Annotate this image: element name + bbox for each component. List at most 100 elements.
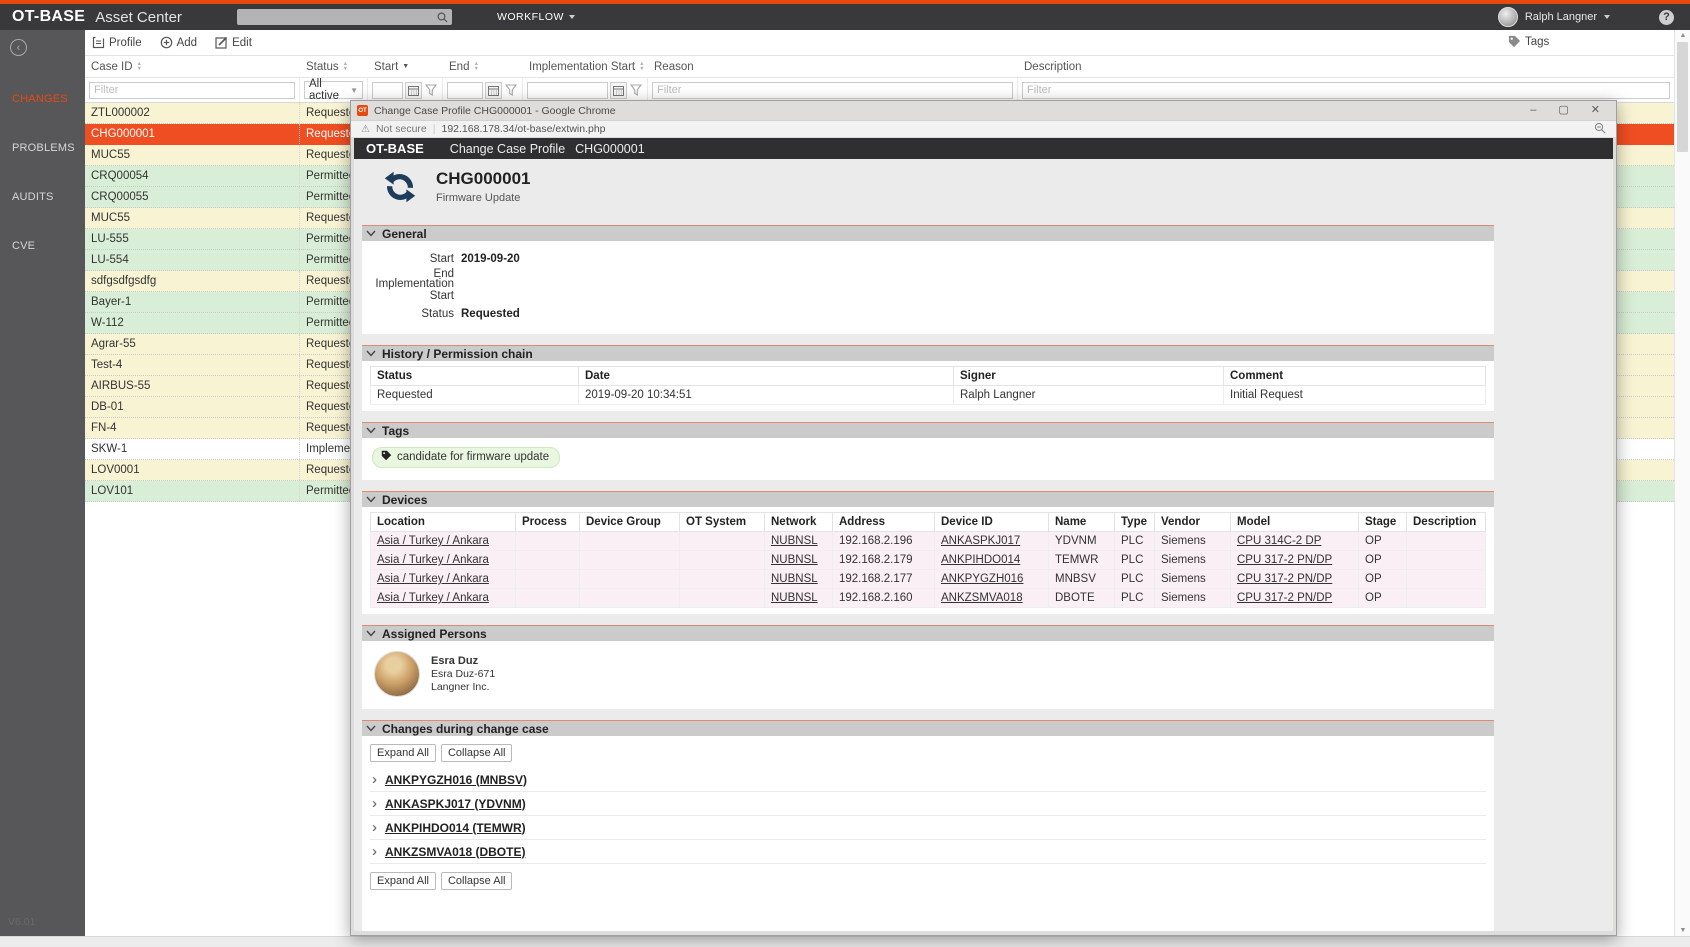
tags-button[interactable]: Tags: [1508, 35, 1549, 48]
device-id-link[interactable]: ANKPYGZH016: [941, 573, 1023, 585]
section-changes-header[interactable]: Changes during change case: [362, 720, 1494, 736]
add-button[interactable]: Add: [160, 36, 197, 49]
close-icon[interactable]: ✕: [1591, 105, 1600, 116]
chevron-right-icon: ›: [372, 774, 377, 786]
column-header-case-id[interactable]: Case ID▲▼: [85, 61, 300, 73]
calendar-icon[interactable]: [610, 82, 627, 99]
case-id-filter-input[interactable]: [89, 82, 295, 99]
section-devices-header[interactable]: Devices: [362, 491, 1494, 507]
workflow-menu[interactable]: WORKFLOW: [497, 11, 575, 23]
device-ot-system: [680, 570, 765, 589]
change-device-item[interactable]: › ANKPIHDO014 (TEMWR): [370, 816, 1486, 840]
search-input[interactable]: [237, 10, 437, 24]
scroll-up-icon[interactable]: ▲: [1675, 32, 1690, 39]
sidebar-collapse-icon[interactable]: ‹: [10, 39, 27, 56]
profile-button[interactable]: Profile: [92, 36, 142, 49]
user-menu-chevron-icon[interactable]: [1604, 15, 1610, 19]
sidebar-item-cve[interactable]: CVE: [0, 240, 85, 252]
column-header-start[interactable]: Start▼: [368, 61, 443, 73]
url-text[interactable]: 192.168.178.34/ot-base/extwin.php: [441, 123, 605, 135]
filter-icon[interactable]: [504, 82, 518, 98]
change-device-link[interactable]: ANKZSMVA018 (DBOTE): [385, 845, 525, 859]
popup-brand: OT-BASE: [366, 141, 424, 156]
collapse-all-button[interactable]: Collapse All: [441, 872, 512, 890]
horizontal-scrollbar[interactable]: [0, 936, 1690, 947]
end-filter-input[interactable]: [447, 82, 483, 99]
device-model-link[interactable]: CPU 317-2 PN/DP: [1237, 592, 1332, 604]
description-filter-input[interactable]: [1022, 82, 1670, 99]
maximize-icon[interactable]: ▢: [1558, 105, 1568, 116]
calendar-icon[interactable]: [405, 82, 422, 99]
global-search[interactable]: [237, 9, 452, 25]
device-location-link[interactable]: Asia / Turkey / Ankara: [377, 573, 489, 585]
edit-button[interactable]: Edit: [215, 36, 252, 49]
sidebar-item-audits[interactable]: AUDITS: [0, 191, 85, 203]
security-label[interactable]: Not secure: [376, 123, 427, 135]
expand-all-button[interactable]: Expand All: [370, 744, 436, 762]
section-general-header[interactable]: General: [362, 225, 1494, 241]
scroll-down-icon[interactable]: ▼: [1675, 927, 1690, 934]
reason-filter-input[interactable]: [652, 82, 1013, 99]
device-id-link[interactable]: ANKASPKJ017: [941, 535, 1020, 547]
edit-button-label: Edit: [232, 37, 252, 49]
tags-button-label: Tags: [1525, 36, 1549, 48]
device-network-link[interactable]: NUBNSL: [771, 535, 818, 547]
scrollbar-thumb[interactable]: [1677, 42, 1688, 152]
status-filter-select[interactable]: All active ▼: [304, 81, 363, 99]
user-avatar[interactable]: [1498, 7, 1518, 27]
chevron-down-icon: [366, 630, 376, 638]
change-device-link[interactable]: ANKASPKJ017 (YDVNM): [385, 797, 526, 811]
case-id-cell: sdfgsdfgsdfg: [85, 271, 300, 291]
device-location-link[interactable]: Asia / Turkey / Ankara: [377, 592, 489, 604]
change-device-item[interactable]: › ANKZSMVA018 (DBOTE): [370, 840, 1486, 864]
device-network-link[interactable]: NUBNSL: [771, 573, 818, 585]
minimize-icon[interactable]: –: [1530, 105, 1536, 116]
user-name[interactable]: Ralph Langner: [1525, 11, 1597, 23]
column-header-reason[interactable]: Reason: [648, 61, 1018, 73]
section-history-header[interactable]: History / Permission chain: [362, 345, 1494, 361]
zoom-icon[interactable]: [1594, 122, 1606, 137]
column-header-end[interactable]: End▲▼: [443, 61, 523, 73]
device-model-link[interactable]: CPU 317-2 PN/DP: [1237, 554, 1332, 566]
chevron-down-icon: [366, 350, 376, 358]
case-id-cell: CHG000001: [85, 124, 300, 144]
help-icon[interactable]: ?: [1659, 10, 1674, 25]
device-model-link[interactable]: CPU 314C-2 DP: [1237, 535, 1321, 547]
start-filter-input[interactable]: [372, 82, 403, 99]
filter-icon[interactable]: [629, 82, 643, 98]
change-device-item[interactable]: › ANKASPKJ017 (YDVNM): [370, 792, 1486, 816]
change-device-link[interactable]: ANKPIHDO014 (TEMWR): [385, 821, 526, 835]
filter-icon[interactable]: [424, 82, 438, 98]
section-tags-header[interactable]: Tags: [362, 422, 1494, 438]
device-address: 192.168.2.177: [833, 570, 935, 589]
device-network-link[interactable]: NUBNSL: [771, 592, 818, 604]
column-header-implementation-start[interactable]: Implementation Start▲▼: [523, 61, 648, 73]
device-location-link[interactable]: Asia / Turkey / Ankara: [377, 535, 489, 547]
device-model-link[interactable]: CPU 317-2 PN/DP: [1237, 573, 1332, 585]
popup-title-bar[interactable]: OT Change Case Profile CHG000001 - Googl…: [351, 101, 1616, 120]
sidebar-item-changes[interactable]: CHANGES: [0, 93, 85, 105]
column-header-status[interactable]: Status▲▼: [300, 61, 368, 73]
section-changes-title: Changes during change case: [382, 722, 549, 736]
device-location-link[interactable]: Asia / Turkey / Ankara: [377, 554, 489, 566]
tag-chip[interactable]: candidate for firmware update: [372, 447, 560, 468]
change-device-link[interactable]: ANKPYGZH016 (MNBSV): [385, 773, 527, 787]
calendar-icon[interactable]: [485, 82, 502, 99]
section-assigned-persons-header[interactable]: Assigned Persons: [362, 625, 1494, 641]
expand-all-button[interactable]: Expand All: [370, 872, 436, 890]
device-process: [516, 532, 580, 551]
device-id-link[interactable]: ANKPIHDO014: [941, 554, 1020, 566]
chevron-down-icon: [366, 496, 376, 504]
popup-url-bar[interactable]: ⚠ Not secure | 192.168.178.34/ot-base/ex…: [351, 120, 1616, 138]
device-network-link[interactable]: NUBNSL: [771, 554, 818, 566]
column-header-description[interactable]: Description: [1018, 61, 1674, 73]
cases-toolbar: Profile Add Edit Tags: [85, 30, 1674, 56]
implementation-start-filter-input[interactable]: [527, 82, 608, 99]
device-id-link[interactable]: ANKZSMVA018: [941, 592, 1023, 604]
field-label: Implementation Start: [362, 278, 454, 302]
collapse-all-button[interactable]: Collapse All: [441, 744, 512, 762]
sidebar-item-problems[interactable]: PROBLEMS: [0, 142, 85, 154]
search-icon[interactable]: [437, 12, 448, 23]
change-device-item[interactable]: › ANKPYGZH016 (MNBSV): [370, 768, 1486, 792]
vertical-scrollbar[interactable]: ▲ ▼: [1674, 30, 1690, 936]
